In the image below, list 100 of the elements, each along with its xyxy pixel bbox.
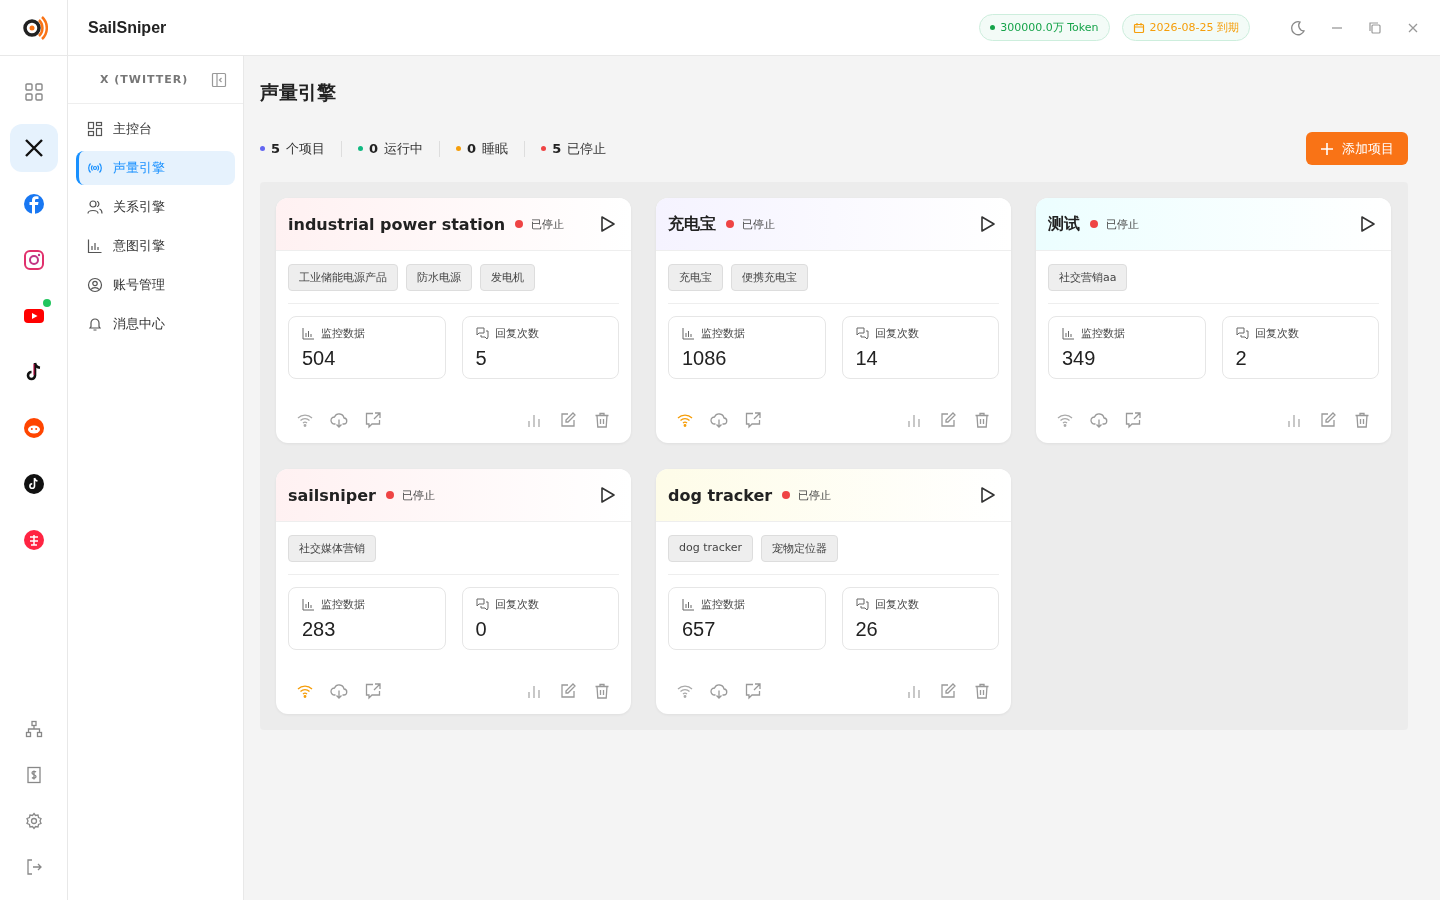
metric-value: 283 (302, 618, 337, 641)
chat-bubbles-icon (855, 598, 869, 611)
metric-label: 回复次数 (874, 326, 919, 341)
metric-label: 回复次数 (494, 326, 539, 341)
calendar-icon (1132, 21, 1145, 34)
trash-icon[interactable] (973, 411, 991, 429)
page-title: 声量引擎 (260, 80, 337, 105)
tiktok-logo-icon (22, 473, 45, 495)
keyword-tag: 宠物定位器 (761, 535, 839, 562)
project-name: sailsniper (288, 485, 376, 505)
metric-value: 26 (855, 618, 879, 641)
keyword-tag: 防水电源 (406, 264, 472, 291)
cloud-download-icon[interactable] (710, 411, 728, 429)
edit-icon[interactable] (1319, 411, 1337, 429)
project-status: 已停止 (742, 216, 775, 232)
stat-label: 已停止 (567, 139, 607, 158)
sidebar-item[interactable]: 账号管理 (76, 268, 235, 302)
cloud-download-icon[interactable] (710, 682, 728, 700)
stat-label: 运行中 (384, 139, 424, 158)
share-icon[interactable] (1124, 411, 1142, 429)
expiry-text: 2026-08-25 到期 (1149, 20, 1239, 35)
metric-value: 2 (1235, 347, 1248, 370)
trash-icon[interactable] (973, 682, 991, 700)
metric-value: 5 (475, 347, 488, 370)
chat-bubbles-icon (475, 598, 489, 611)
round-logo-icon (22, 529, 45, 551)
user-circle-icon (87, 277, 103, 293)
bar-chart-icon (302, 598, 315, 611)
edit-icon[interactable] (939, 682, 957, 700)
facebook-logo-icon (22, 193, 45, 215)
edit-icon[interactable] (559, 682, 577, 700)
plus-icon (1320, 141, 1334, 156)
network-icon (24, 720, 43, 738)
metric-value: 1086 (682, 347, 728, 370)
platform-button[interactable] (9, 124, 58, 172)
metric-label: 回复次数 (874, 597, 919, 612)
trash-icon[interactable] (1353, 411, 1371, 429)
sidebar-item[interactable]: 主控台 (76, 112, 235, 146)
keyword-tag: dog tracker (668, 535, 754, 562)
share-icon[interactable] (364, 411, 382, 429)
metric-value: 657 (682, 618, 717, 641)
metric-label: 监控数据 (701, 597, 745, 612)
project-status: 已停止 (798, 487, 832, 503)
keyword-tag: 便携充电宝 (731, 264, 808, 291)
logout-icon (24, 858, 43, 876)
platform-title: X (TWITTER) (100, 73, 189, 86)
metric-value: 14 (855, 347, 879, 370)
reddit-logo-icon (22, 417, 45, 439)
metric-label: 监控数据 (1081, 326, 1125, 341)
moon-icon[interactable] (1290, 19, 1306, 36)
bar-chart-icon (682, 598, 695, 611)
share-icon[interactable] (744, 411, 762, 429)
bar-chart-icon (1062, 327, 1075, 340)
bar-chart-icon (682, 327, 695, 340)
users-icon (87, 199, 103, 215)
token-badge: 300000.0万 Token (979, 14, 1110, 41)
chat-bubbles-icon (475, 327, 489, 340)
metric-value: 504 (302, 347, 337, 370)
sidebar-item[interactable]: 消息中心 (76, 307, 235, 341)
cloud-download-icon[interactable] (330, 682, 348, 700)
collapse-sidebar-icon[interactable] (211, 71, 227, 88)
cloud-download-icon[interactable] (330, 411, 348, 429)
project-name: 充电宝 (668, 213, 716, 235)
cloud-download-icon[interactable] (1090, 411, 1108, 429)
chat-bubbles-icon (855, 327, 869, 340)
app-name: SailSniper (88, 18, 167, 37)
metric-value: 349 (1062, 347, 1097, 370)
share-icon[interactable] (744, 682, 762, 700)
metric-label: 监控数据 (321, 326, 365, 341)
restore-icon[interactable] (1368, 20, 1382, 35)
share-icon[interactable] (364, 682, 382, 700)
bar-chart-icon (87, 238, 103, 254)
project-name: 测试 (1048, 213, 1080, 235)
bell-icon (87, 316, 103, 332)
project-status: 已停止 (1106, 216, 1139, 232)
trash-icon[interactable] (593, 411, 611, 429)
sidebar-item[interactable]: 关系引擎 (76, 190, 235, 224)
edit-icon[interactable] (939, 411, 957, 429)
grid-icon (87, 121, 103, 137)
project-name: industrial power station (288, 214, 506, 234)
trash-icon[interactable] (593, 682, 611, 700)
settings-icon (24, 812, 43, 830)
keyword-tag: 社交营销aa (1048, 264, 1128, 291)
metric-label: 回复次数 (494, 597, 539, 612)
keyword-tag: 充电宝 (668, 264, 723, 291)
project-status: 已停止 (401, 487, 435, 503)
stat-label: 个项目 (286, 139, 326, 158)
project-name: dog tracker (668, 485, 773, 505)
keyword-tag: 发电机 (480, 264, 535, 291)
project-status: 已停止 (531, 216, 565, 232)
sidebar-item[interactable]: 意图引擎 (76, 229, 235, 263)
edit-icon[interactable] (559, 411, 577, 429)
metric-label: 监控数据 (321, 597, 365, 612)
instagram-logo-icon (22, 249, 45, 271)
stat-count: 5 (552, 141, 562, 156)
keyword-tag: 社交媒体营销 (288, 535, 376, 562)
metric-label: 监控数据 (701, 326, 745, 341)
stat-count: 0 (369, 141, 379, 156)
keyword-tag: 工业储能电源产品 (288, 264, 398, 291)
stat-count: 5 (271, 141, 281, 156)
